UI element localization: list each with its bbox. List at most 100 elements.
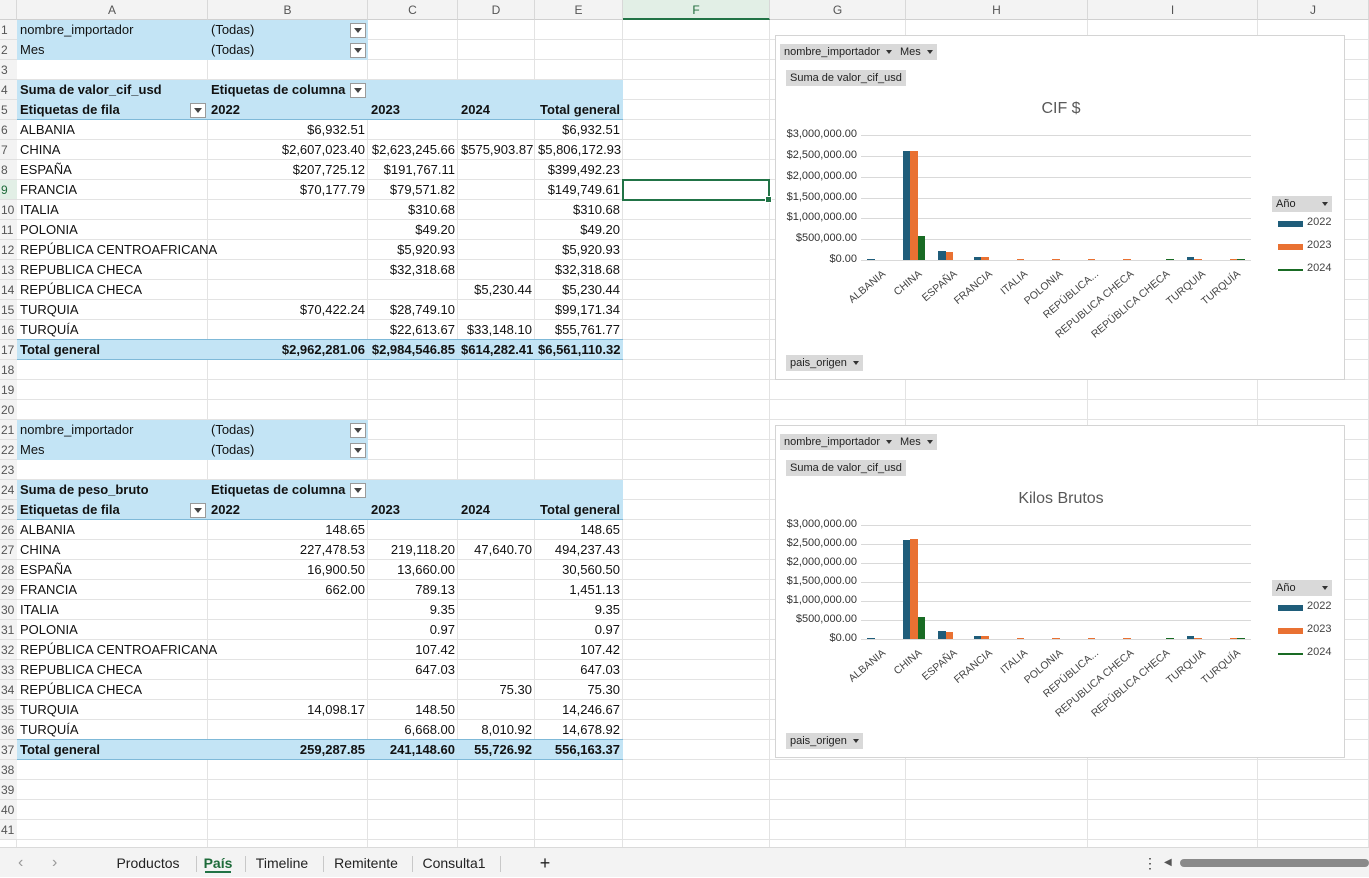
pivot-value-2023[interactable]: $2,623,245.66 (368, 140, 458, 160)
row-header[interactable]: 32 (0, 640, 17, 660)
column-header-d[interactable]: D (458, 0, 535, 20)
column-header-e[interactable]: E (535, 0, 623, 20)
row-header[interactable]: 13 (0, 260, 17, 280)
chart-filter-button[interactable]: nombre_importador (780, 44, 896, 60)
pivot-value-2023[interactable]: 148.50 (368, 700, 458, 720)
pivot-row-total[interactable]: $399,492.23 (535, 160, 623, 180)
row-header[interactable]: 20 (0, 400, 17, 420)
year-header[interactable]: 2023 (368, 500, 458, 520)
filter-value[interactable]: (Todas) (208, 420, 368, 440)
row-header[interactable]: 15 (0, 300, 17, 320)
row-header[interactable]: 33 (0, 660, 17, 680)
pivot-row-total[interactable]: $5,230.44 (535, 280, 623, 300)
year-header[interactable]: 2024 (458, 500, 535, 520)
pivot-value-2024[interactable] (458, 700, 535, 720)
spreadsheet-grid[interactable]: A B C D E F G H I J 1 2 3 4 5 6 7 8 9 10 11 12 13 14 15 16 17 18 19 2… (0, 0, 1369, 847)
pivot-value-2023[interactable]: 0.97 (368, 620, 458, 640)
column-labels-title[interactable]: Etiquetas de columna (208, 80, 368, 100)
row-header[interactable]: 25 (0, 500, 17, 520)
pivot-row-label[interactable]: TURQUIA (17, 300, 208, 320)
sheet-tab[interactable]: Remitente (326, 848, 406, 878)
grand-total-label[interactable]: Total general (17, 340, 208, 360)
pivot-row-label[interactable]: REPÚBLICA CHECA (17, 680, 208, 700)
pivot-value-2023[interactable]: 6,668.00 (368, 720, 458, 740)
horizontal-scrollbar-thumb[interactable] (1180, 859, 1369, 867)
scroll-left-arrow[interactable]: ◀ (1164, 848, 1172, 878)
pivot-row-total[interactable]: 107.42 (535, 640, 623, 660)
chart-axis-field-button[interactable]: pais_origen (786, 733, 863, 749)
column-header-b[interactable]: B (208, 0, 368, 20)
pivot-chart[interactable]: nombre_importador Mes Suma de valor_cif_us… (775, 35, 1345, 380)
pivot-row-label[interactable]: TURQUÍA (17, 720, 208, 740)
column-header-c[interactable]: C (368, 0, 458, 20)
pivot-value-2023[interactable]: $49.20 (368, 220, 458, 240)
sheet-tab[interactable]: País (199, 848, 237, 878)
pivot-row-total[interactable]: $5,920.93 (535, 240, 623, 260)
row-header[interactable]: 12 (0, 240, 17, 260)
pivot-value-2022[interactable] (208, 200, 368, 220)
pivot-row-total[interactable]: $32,318.68 (535, 260, 623, 280)
column-header-f[interactable]: F (623, 0, 770, 20)
chart-value-field-button[interactable]: Suma de valor_cif_usd (786, 70, 906, 86)
select-all-corner[interactable] (0, 0, 17, 20)
pivot-row-label[interactable]: ALBANIA (17, 520, 208, 540)
pivot-row-label[interactable]: FRANCIA (17, 580, 208, 600)
pivot-row-label[interactable]: FRANCIA (17, 180, 208, 200)
filter-dropdown-button[interactable] (350, 43, 366, 58)
pivot-value-2024[interactable] (458, 120, 535, 140)
pivot-value-2022[interactable] (208, 260, 368, 280)
pivot-value-2022[interactable] (208, 680, 368, 700)
pivot-value-2022[interactable] (208, 720, 368, 740)
pivot-row-total[interactable]: $49.20 (535, 220, 623, 240)
active-cell-f9[interactable] (622, 179, 772, 203)
pivot-row-label[interactable]: CHINA (17, 540, 208, 560)
pivot-value-2022[interactable]: 14,098.17 (208, 700, 368, 720)
pivot-value-2024[interactable] (458, 640, 535, 660)
row-labels-title[interactable]: Etiquetas de fila (17, 100, 208, 120)
chart-axis-field-button[interactable]: pais_origen (786, 355, 863, 371)
row-header[interactable]: 14 (0, 280, 17, 300)
row-header[interactable]: 22 (0, 440, 17, 460)
pivot-value-2022[interactable]: $6,932.51 (208, 120, 368, 140)
row-header[interactable]: 30 (0, 600, 17, 620)
pivot-value-2022[interactable] (208, 660, 368, 680)
pivot-row-total[interactable]: $5,806,172.93 (535, 140, 623, 160)
grand-total-2024[interactable]: $614,282.41 (458, 340, 535, 360)
pivot-value-2024[interactable] (458, 160, 535, 180)
pivot-value-2022[interactable] (208, 280, 368, 300)
add-sheet-button[interactable]: + (535, 848, 555, 878)
pivot-row-label[interactable]: REPÚBLICA CHECA (17, 280, 208, 300)
row-header[interactable]: 10 (0, 200, 17, 220)
pivot-value-2022[interactable] (208, 600, 368, 620)
pivot-row-total[interactable]: $99,171.34 (535, 300, 623, 320)
column-header-g[interactable]: G (770, 0, 906, 20)
row-header[interactable]: 39 (0, 780, 17, 800)
row-header[interactable]: 35 (0, 700, 17, 720)
filter-dropdown-button[interactable] (350, 23, 366, 38)
column-labels-dropdown[interactable] (350, 483, 366, 498)
pivot-value-2024[interactable] (458, 600, 535, 620)
pivot-value-2022[interactable] (208, 320, 368, 340)
pivot-value-2022[interactable] (208, 620, 368, 640)
pivot-measure-label[interactable]: Suma de valor_cif_usd (17, 80, 208, 100)
pivot-value-2022[interactable] (208, 640, 368, 660)
pivot-value-2024[interactable] (458, 260, 535, 280)
pivot-value-2024[interactable] (458, 180, 535, 200)
row-header[interactable]: 41 (0, 820, 17, 840)
pivot-row-label[interactable]: TURQUIA (17, 700, 208, 720)
pivot-value-2023[interactable]: 647.03 (368, 660, 458, 680)
pivot-row-label[interactable]: ITALIA (17, 200, 208, 220)
pivot-value-2022[interactable]: $207,725.12 (208, 160, 368, 180)
row-header[interactable]: 21 (0, 420, 17, 440)
pivot-value-2023[interactable]: $28,749.10 (368, 300, 458, 320)
pivot-row-total[interactable]: 30,560.50 (535, 560, 623, 580)
pivot-value-2023[interactable] (368, 520, 458, 540)
filter-field-label[interactable]: Mes (17, 440, 208, 460)
pivot-row-total[interactable]: $55,761.77 (535, 320, 623, 340)
pivot-row-label[interactable]: ALBANIA (17, 120, 208, 140)
pivot-row-total[interactable]: 148.65 (535, 520, 623, 540)
pivot-chart[interactable]: nombre_importador Mes Suma de valor_cif_us… (775, 425, 1345, 758)
column-header-h[interactable]: H (906, 0, 1088, 20)
row-header[interactable]: 1 (0, 20, 17, 40)
chart-value-field-button[interactable]: Suma de valor_cif_usd (786, 460, 906, 476)
